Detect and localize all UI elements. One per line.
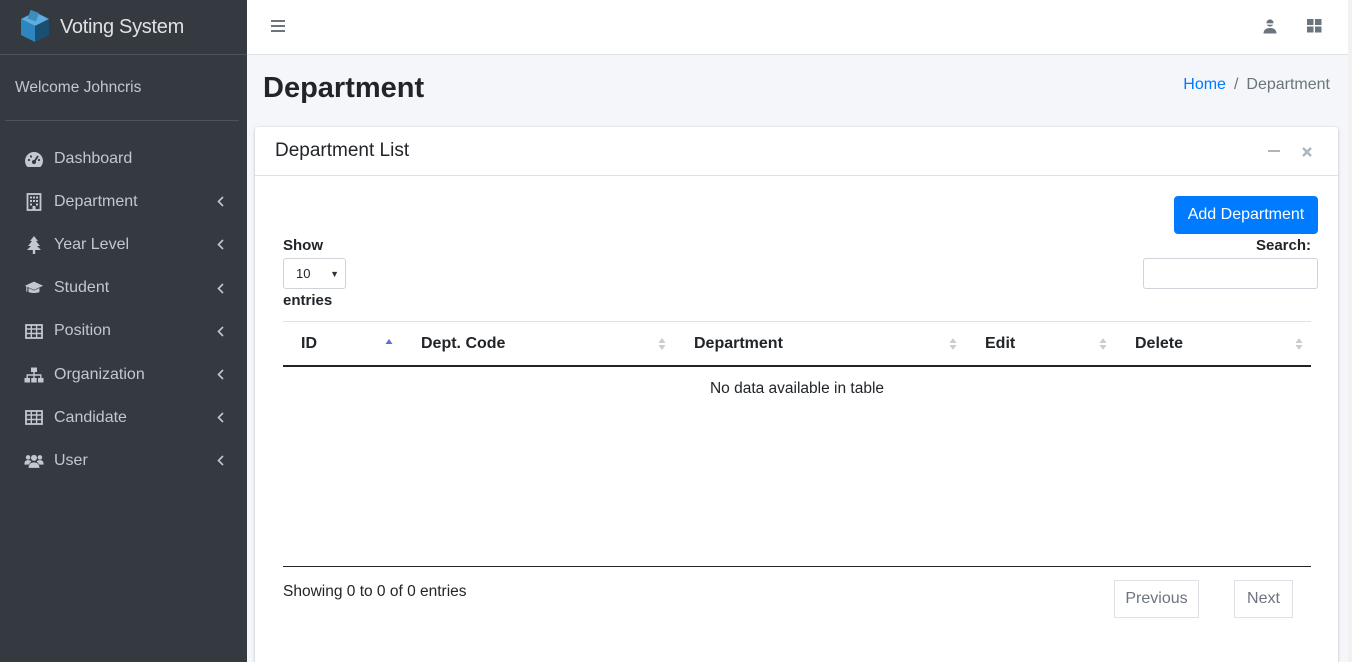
sidebar-item-department[interactable]: Department (0, 180, 247, 223)
show-label: Show (283, 237, 323, 254)
collapse-icon[interactable] (1268, 150, 1280, 152)
column-header-label: Department (694, 334, 783, 352)
chevron-left-icon (215, 196, 225, 208)
department-list-card: Department List Add Department Show 10 ▼… (255, 127, 1338, 662)
search-input[interactable] (1143, 258, 1318, 289)
welcome-text: Welcome Johncris (15, 78, 142, 96)
breadcrumb-home-link[interactable]: Home (1183, 76, 1226, 93)
sidebar-item-label: User (54, 451, 88, 469)
chevron-left-icon (215, 412, 225, 424)
add-department-button[interactable]: Add Department (1174, 196, 1318, 234)
ballot-box-logo-icon (21, 10, 49, 42)
chevron-left-icon (215, 455, 225, 467)
table-header-row: ID Dept. Code Department Edit Delete (283, 321, 1311, 367)
sort-icon (1295, 338, 1303, 350)
chevron-left-icon (215, 369, 225, 381)
apps-grid-icon[interactable] (1307, 19, 1322, 33)
empty-table-message: No data available in table (709, 379, 885, 397)
sidebar-item-label: Department (54, 192, 138, 210)
next-page-button[interactable]: Next (1234, 580, 1293, 618)
user-panel: Welcome Johncris (5, 55, 239, 121)
page-length-value: 10 (296, 266, 311, 281)
column-header-delete[interactable]: Delete (1115, 322, 1311, 365)
chevron-left-icon (215, 325, 225, 337)
sort-icon (1099, 338, 1107, 350)
sidebar-item-position[interactable]: Position (0, 310, 247, 353)
sidebar-item-label: Year Level (54, 235, 130, 253)
sidebar-item-label: Organization (54, 365, 145, 383)
column-header-dept-code[interactable]: Dept. Code (401, 322, 674, 365)
graduation-cap-icon (24, 278, 44, 298)
sidebar-item-label: Student (54, 279, 110, 297)
column-header-edit[interactable]: Edit (965, 322, 1115, 365)
sidebar-item-label: Candidate (54, 408, 127, 426)
sort-icon (949, 338, 957, 350)
chevron-left-icon (215, 239, 225, 251)
sidebar-nav: Dashboard Department Year Level Student (0, 137, 247, 483)
brand-name: Voting System (60, 15, 184, 38)
scrollbar[interactable] (1348, 0, 1352, 662)
column-header-label: ID (301, 334, 317, 352)
previous-page-button[interactable]: Previous (1114, 580, 1199, 618)
column-header-id[interactable]: ID (283, 322, 401, 365)
table-bottom-border (283, 566, 1311, 567)
tachometer-icon (24, 149, 44, 169)
sidebar-item-label: Dashboard (54, 149, 133, 167)
table-info: Showing 0 to 0 of 0 entries (283, 583, 467, 600)
sort-icon (658, 338, 666, 350)
top-navbar (247, 0, 1348, 55)
sidebar-item-label: Position (54, 322, 111, 340)
sidebar-item-candidate[interactable]: Candidate (0, 396, 247, 439)
user-icon[interactable] (1263, 18, 1277, 34)
building-icon (24, 192, 44, 212)
table-icon (24, 408, 44, 428)
column-header-label: Edit (985, 334, 1016, 352)
breadcrumb: Home / Department (1183, 76, 1330, 94)
sidebar-item-year-level[interactable]: Year Level (0, 223, 247, 266)
column-header-label: Dept. Code (421, 334, 506, 352)
sidebar-item-student[interactable]: Student (0, 267, 247, 310)
chevron-left-icon (215, 282, 225, 294)
search-label: Search: (1255, 237, 1311, 254)
sidebar-item-dashboard[interactable]: Dashboard (0, 137, 247, 180)
sort-ascending-icon (385, 339, 393, 344)
users-icon (24, 451, 44, 471)
column-header-label: Delete (1135, 334, 1184, 352)
page-title: Department (263, 72, 425, 104)
sitemap-icon (24, 365, 44, 385)
tree-icon (24, 235, 44, 255)
departments-table: ID Dept. Code Department Edit Delete No … (283, 321, 1311, 410)
sidebar: Voting System Welcome Johncris Dashboard… (0, 0, 247, 662)
breadcrumb-current: Department (1246, 76, 1330, 93)
entries-label: entries (283, 292, 333, 309)
table-icon (24, 321, 44, 341)
column-header-department[interactable]: Department (674, 322, 965, 365)
close-icon[interactable] (1301, 145, 1313, 157)
sidebar-item-user[interactable]: User (0, 439, 247, 482)
card-header: Department List (255, 127, 1338, 176)
brand[interactable]: Voting System (0, 0, 247, 55)
hamburger-menu-icon[interactable] (271, 20, 285, 32)
card-title: Department List (275, 140, 410, 161)
breadcrumb-separator: / (1233, 76, 1239, 93)
page-length-select[interactable]: 10 ▼ (283, 258, 346, 289)
caret-down-icon: ▼ (330, 269, 339, 279)
sidebar-item-organization[interactable]: Organization (0, 353, 247, 396)
